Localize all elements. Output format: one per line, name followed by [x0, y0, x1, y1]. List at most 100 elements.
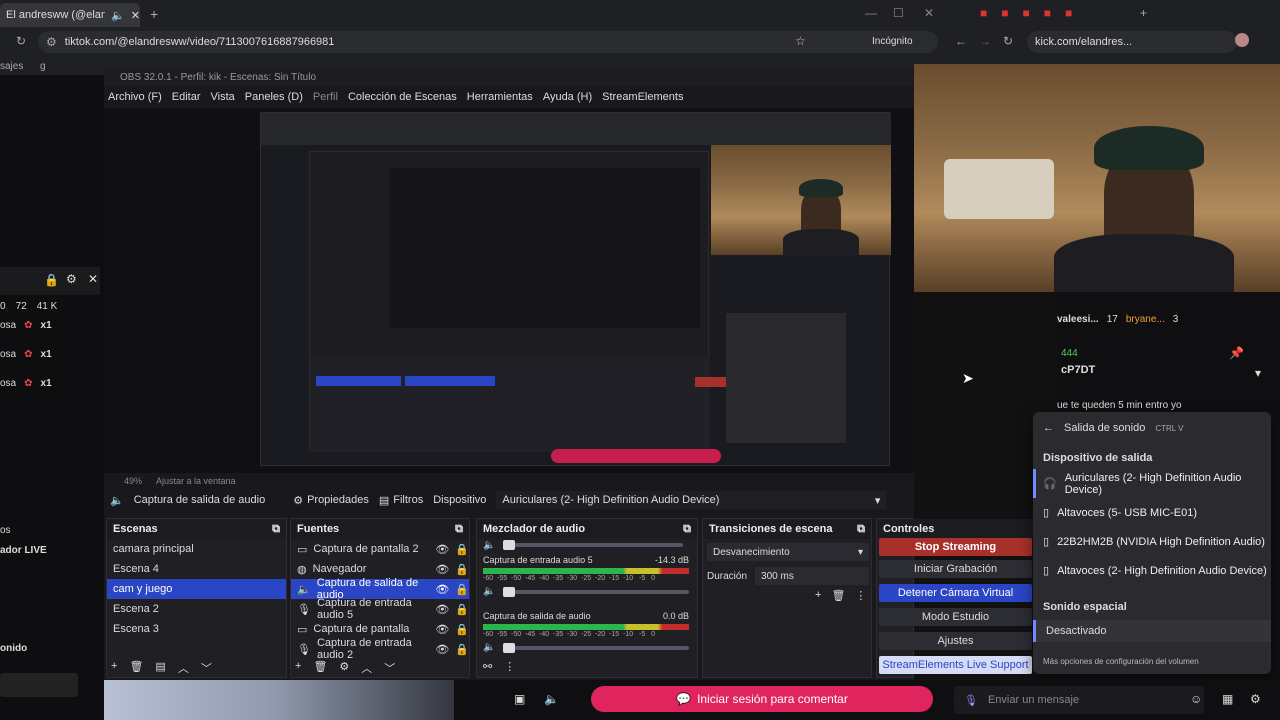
properties-button[interactable]: ⚙ Propiedades: [293, 494, 369, 507]
preview-area[interactable]: [104, 108, 914, 473]
filters-button[interactable]: ▤ Filtros: [379, 494, 423, 507]
bookmark-g[interactable]: g: [40, 61, 46, 72]
more-volume-options[interactable]: Más opciones de configuración del volume…: [1043, 657, 1199, 666]
menu-perfil[interactable]: Perfil: [313, 91, 338, 103]
zoom-value[interactable]: 49%: [124, 476, 142, 486]
reload-icon[interactable]: ↻: [16, 34, 26, 48]
minimize-icon[interactable]: —: [865, 6, 877, 20]
duration-input[interactable]: 300 ms: [755, 567, 869, 585]
up-icon[interactable]: ︿: [178, 660, 189, 676]
filter-icon[interactable]: ▤: [155, 660, 165, 676]
trash-icon[interactable]: 🗑: [831, 589, 845, 602]
overlay-input[interactable]: [0, 673, 78, 697]
spatial-option[interactable]: Desactivado: [1033, 620, 1271, 642]
send-message-field[interactable]: 🎙 Enviar un mensaje: [954, 686, 1204, 714]
reload-icon[interactable]: ↻: [1003, 34, 1013, 48]
lock-icon[interactable]: 🔒: [455, 643, 469, 656]
incognito-label[interactable]: Incógnito: [872, 36, 913, 47]
dock-icon[interactable]: ⧉: [857, 523, 865, 536]
eye-icon[interactable]: 👁: [435, 563, 449, 576]
gear-icon[interactable]: ⚙: [339, 660, 349, 676]
speaker-icon[interactable]: 🔈: [483, 540, 495, 551]
scene-item[interactable]: Escena 4: [107, 559, 286, 579]
avatar-icon[interactable]: [1235, 33, 1249, 47]
shop-icon[interactable]: ▦: [1222, 692, 1233, 706]
link-icon[interactable]: ⚯: [483, 660, 492, 673]
back-icon[interactable]: ←: [1043, 422, 1054, 434]
source-item[interactable]: 🎙 Captura de entrada audio 5 👁 🔒: [291, 597, 469, 621]
forward-icon[interactable]: →: [979, 34, 991, 48]
down-icon[interactable]: ﹀: [384, 660, 395, 676]
gear-icon[interactable]: ⚙: [66, 272, 77, 286]
login-comment-button[interactable]: 💬 Iniciar sesión para comentar: [591, 686, 933, 712]
close-icon[interactable]: ✕: [88, 272, 98, 286]
maximize-icon[interactable]: ☐: [893, 6, 904, 20]
pin-icon[interactable]: 📌: [1229, 346, 1244, 360]
start-recording-button[interactable]: Iniciar Grabación: [879, 560, 1032, 578]
address-bar[interactable]: kick.com/elandres...: [1027, 31, 1237, 53]
chevron-down-icon[interactable]: ▾: [1255, 366, 1261, 380]
source-item[interactable]: ◍ Navegador 👁 🔒: [291, 559, 469, 579]
device-item[interactable]: ▯ Altavoces (2- High Definition Audio Dev…: [1033, 556, 1271, 585]
device-item[interactable]: ▯ 22B2HM2B (NVIDIA High Definition Audio): [1033, 527, 1271, 556]
star-icon[interactable]: ☆: [795, 34, 806, 48]
lock-icon[interactable]: 🔒: [455, 583, 469, 596]
eye-icon[interactable]: 👁: [435, 603, 449, 616]
se-support-button[interactable]: StreamElements Live Support: [879, 656, 1032, 674]
new-tab-icon[interactable]: +: [150, 6, 158, 22]
menu-ayuda[interactable]: Ayuda (H): [543, 91, 592, 103]
transition-dropdown[interactable]: Desvanecimiento ▾: [707, 543, 869, 561]
volume-fader[interactable]: [503, 586, 689, 597]
volume-fader[interactable]: [503, 642, 689, 653]
site-info-icon[interactable]: ⚙: [46, 35, 57, 49]
eye-icon[interactable]: 👁: [435, 623, 449, 636]
mute-icon[interactable]: 🔈: [111, 9, 125, 22]
close-window-icon[interactable]: ✕: [924, 6, 934, 20]
scene-item[interactable]: Escena 2: [107, 599, 286, 619]
gear-icon[interactable]: ⚙: [1250, 692, 1261, 706]
device-item-selected[interactable]: 🎧 Auriculares (2- High Definition Audio D…: [1033, 469, 1271, 498]
dock-icon[interactable]: ⧉: [455, 523, 463, 536]
down-icon[interactable]: ﹀: [201, 660, 212, 676]
new-tab-icon[interactable]: +: [1140, 6, 1147, 20]
dock-icon[interactable]: ⧉: [683, 523, 691, 536]
menu-editar[interactable]: Editar: [172, 91, 201, 103]
more-icon[interactable]: ⋮: [504, 660, 515, 673]
menu-coleccion[interactable]: Colección de Escenas: [348, 91, 457, 103]
lock-icon[interactable]: 🔒: [44, 273, 59, 287]
scene-item[interactable]: cam y juego: [107, 579, 286, 599]
menu-herramientas[interactable]: Herramientas: [467, 91, 533, 103]
source-item[interactable]: 🔈 Captura de salida de audio 👁 🔒: [291, 577, 469, 601]
stop-virtual-cam-button[interactable]: Detener Cámara Virtual: [879, 584, 1032, 602]
dock-icon[interactable]: ⧉: [272, 523, 280, 536]
source-item[interactable]: ▭ Captura de pantalla 👁 🔒: [291, 619, 469, 639]
trash-icon[interactable]: 🗑: [313, 660, 327, 676]
fit-window-label[interactable]: Ajustar a la ventana: [156, 476, 236, 486]
lock-icon[interactable]: 🔒: [455, 543, 469, 556]
device-dropdown[interactable]: Auriculares (2- High Definition Audio De…: [496, 491, 887, 509]
close-icon[interactable]: ✕: [131, 9, 140, 22]
eye-icon[interactable]: 👁: [435, 543, 449, 556]
volume-icon[interactable]: 🔈: [544, 692, 559, 706]
menu-vista[interactable]: Vista: [211, 91, 235, 103]
scene-item[interactable]: camara principal: [107, 539, 286, 559]
browser-tab[interactable]: El andresww (@elandresww 🔈 ✕: [0, 3, 140, 27]
theater-icon[interactable]: ▣: [514, 692, 525, 706]
menu-paneles[interactable]: Paneles (D): [245, 91, 303, 103]
speaker-icon[interactable]: 🔈: [483, 642, 495, 653]
add-icon[interactable]: +: [295, 660, 301, 676]
device-item[interactable]: ▯ Altavoces (5- USB MIC-E01): [1033, 498, 1271, 527]
back-icon[interactable]: ←: [955, 34, 967, 48]
lock-icon[interactable]: 🔒: [455, 563, 469, 576]
trash-icon[interactable]: 🗑: [129, 660, 143, 676]
menu-streamelements[interactable]: StreamElements: [602, 91, 683, 103]
stop-streaming-button[interactable]: Stop Streaming: [879, 538, 1032, 556]
add-icon[interactable]: +: [815, 589, 821, 602]
mixer-top-fader[interactable]: 🔈: [483, 539, 683, 551]
bookmark-partial[interactable]: sajes: [0, 61, 23, 72]
mic-icon[interactable]: 🎙: [964, 694, 978, 707]
menu-archivo[interactable]: Archivo (F): [108, 91, 162, 103]
more-icon[interactable]: ⋮: [855, 589, 866, 602]
eye-icon[interactable]: 👁: [435, 583, 449, 596]
studio-mode-button[interactable]: Modo Estudio: [879, 608, 1032, 626]
